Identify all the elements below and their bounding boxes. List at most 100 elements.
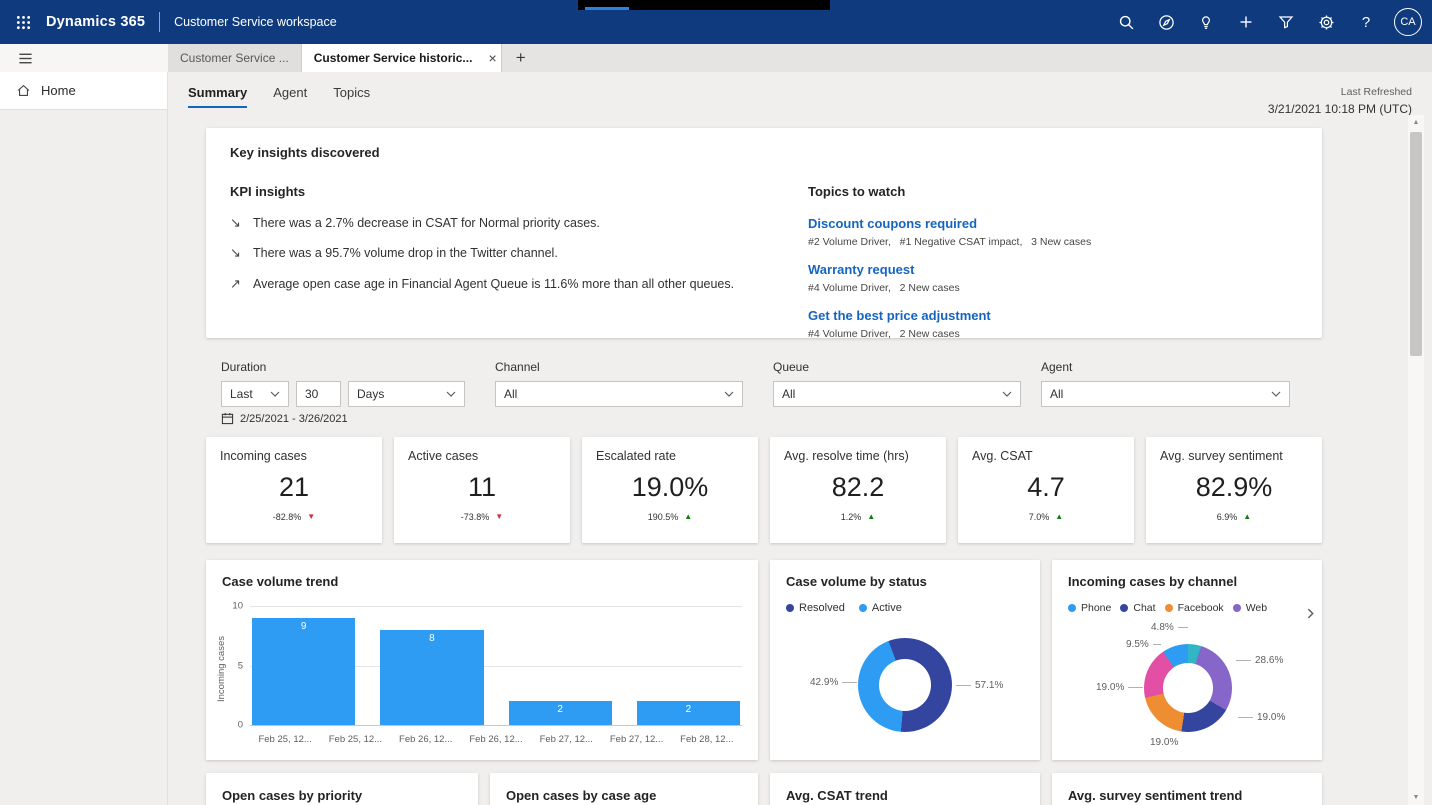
avatar[interactable]: CA [1394, 8, 1422, 36]
kpi-value: 21 [206, 472, 382, 503]
x-tick: Feb 27, 12... [531, 734, 601, 745]
topics-to-watch-title: Topics to watch [808, 184, 1091, 199]
legend-item-web[interactable]: Web [1233, 602, 1267, 614]
chevron-down-icon [1002, 391, 1012, 397]
legend-item-chat[interactable]: Chat [1120, 602, 1155, 614]
x-tick: Feb 25, 12... [250, 734, 320, 745]
chart-title: Case volume by status [770, 560, 1040, 589]
topic-link[interactable]: Warranty request [808, 262, 1091, 277]
chart-title: Case volume trend [206, 560, 758, 589]
chevron-right-icon [1307, 608, 1314, 619]
brand-title[interactable]: Dynamics 365 [46, 14, 145, 30]
y-axis-title: Incoming cases [216, 636, 227, 702]
kpi-value: 4.7 [958, 472, 1134, 503]
insights-button[interactable] [1188, 4, 1224, 40]
kpi-insight-item: ↘ There was a 95.7% volume drop in the T… [230, 246, 775, 260]
plus-icon [1238, 14, 1254, 30]
topic-item: Discount coupons required #2 Volume Driv… [808, 216, 1091, 248]
agent-dropdown[interactable]: All [1041, 381, 1290, 407]
legend-item-active[interactable]: Active [859, 602, 902, 614]
add-button[interactable] [1228, 4, 1264, 40]
legend-item-phone[interactable]: Phone [1068, 602, 1111, 614]
dropdown-value: All [782, 387, 795, 401]
kpi-value: 82.9% [1146, 472, 1322, 503]
scrollbar-thumb[interactable] [1410, 132, 1422, 356]
search-button[interactable] [1108, 4, 1144, 40]
kpi-delta-value: -82.8% [273, 512, 302, 522]
topic-item: Warranty request #4 Volume Driver, 2 New… [808, 262, 1091, 294]
duration-mode-dropdown[interactable]: Last [221, 381, 289, 407]
y-tick: 5 [238, 660, 243, 671]
scroll-down-button[interactable]: ▼ [1408, 790, 1424, 805]
tab-customer-service[interactable]: Customer Service ... [168, 44, 302, 72]
bars: 9 8 2 2 [252, 606, 740, 725]
topic-link[interactable]: Discount coupons required [808, 216, 1091, 231]
guidance-button[interactable] [1148, 4, 1184, 40]
main-content: Summary Agent Topics Last Refreshed 3/21… [168, 72, 1432, 805]
kpi-insights-title: KPI insights [230, 184, 775, 199]
status-donut[interactable] [858, 638, 952, 732]
queue-label: Queue [773, 360, 1021, 374]
chart-title: Incoming cases by channel [1052, 560, 1322, 589]
kpi-card-avg-resolve-time: Avg. resolve time (hrs) 82.2 1.2%▲ [770, 437, 946, 543]
tab-agent[interactable]: Agent [273, 85, 307, 108]
chart-title: Open cases by priority [206, 773, 478, 803]
bar[interactable]: 9 [252, 618, 355, 725]
new-tab-button[interactable]: + [502, 44, 540, 72]
kpi-delta-value: 1.2% [841, 512, 862, 522]
kpi-title: Avg. resolve time (hrs) [770, 437, 946, 463]
kpi-title: Escalated rate [582, 437, 758, 463]
queue-dropdown[interactable]: All [773, 381, 1021, 407]
bar[interactable]: 2 [637, 701, 740, 725]
scroll-up-button[interactable]: ▲ [1408, 115, 1424, 130]
kpi-title: Avg. CSAT [958, 437, 1134, 463]
donut-callout: 9.5% [1126, 639, 1161, 650]
date-range: 2/25/2021 - 3/26/2021 [221, 412, 348, 425]
navbar-left: Dynamics 365 Customer Service workspace [0, 0, 337, 44]
topic-link[interactable]: Get the best price adjustment [808, 308, 1091, 323]
legend-dot [1233, 604, 1241, 612]
kpi-delta: 190.5%▲ [582, 512, 758, 522]
incoming-cases-by-channel-chart: Incoming cases by channel Phone Chat Fac… [1052, 560, 1322, 760]
vertical-scrollbar[interactable]: ▲ ▼ [1408, 115, 1424, 805]
kpi-card-escalated-rate: Escalated rate 19.0% 190.5%▲ [582, 437, 758, 543]
bar-value-label: 2 [637, 704, 740, 715]
navbar-divider [159, 12, 160, 32]
tab-customer-service-historical[interactable]: Customer Service historic... × [302, 44, 502, 72]
channel-dropdown[interactable]: All [495, 381, 743, 407]
filter-button[interactable] [1268, 4, 1304, 40]
legend-item-resolved[interactable]: Resolved [786, 602, 845, 614]
duration-unit-dropdown[interactable]: Days [348, 381, 465, 407]
settings-button[interactable] [1308, 4, 1344, 40]
tab-label: Customer Service ... [180, 51, 289, 65]
legend-dot [859, 604, 867, 612]
app-name[interactable]: Customer Service workspace [174, 15, 337, 29]
channel-donut[interactable] [1144, 644, 1232, 732]
chevron-down-icon [446, 391, 456, 397]
dropdown-value: All [1050, 387, 1063, 401]
donut-callout: 19.0% [1238, 712, 1285, 723]
kpi-value: 82.2 [770, 472, 946, 503]
channel-label: Channel [495, 360, 743, 374]
waffle-icon [16, 15, 31, 30]
kpi-insight-text: There was a 95.7% volume drop in the Twi… [253, 246, 558, 260]
donut-callout: 19.0% [1150, 737, 1178, 748]
topic-meta: #4 Volume Driver, 2 New cases [808, 282, 1091, 294]
callout-line [1236, 660, 1251, 661]
help-button[interactable]: ? [1348, 4, 1384, 40]
bar[interactable]: 8 [380, 630, 483, 725]
x-tick: Feb 25, 12... [320, 734, 390, 745]
close-icon[interactable]: × [488, 51, 496, 65]
waffle-menu-button[interactable] [0, 0, 46, 44]
kpi-insight-item: ↘ There was a 2.7% decrease in CSAT for … [230, 216, 775, 230]
sidebar-item-home[interactable]: Home [0, 72, 167, 110]
bar[interactable]: 2 [509, 701, 612, 725]
callout-label: 9.5% [1126, 639, 1149, 650]
duration-count-input[interactable]: 30 [296, 381, 341, 407]
legend-scroll-button[interactable] [1307, 608, 1314, 619]
legend-item-facebook[interactable]: Facebook [1165, 602, 1224, 614]
callout-label: 42.9% [810, 677, 838, 688]
tab-topics[interactable]: Topics [333, 85, 370, 108]
hamburger-button[interactable] [12, 45, 38, 71]
tab-summary[interactable]: Summary [188, 85, 247, 108]
